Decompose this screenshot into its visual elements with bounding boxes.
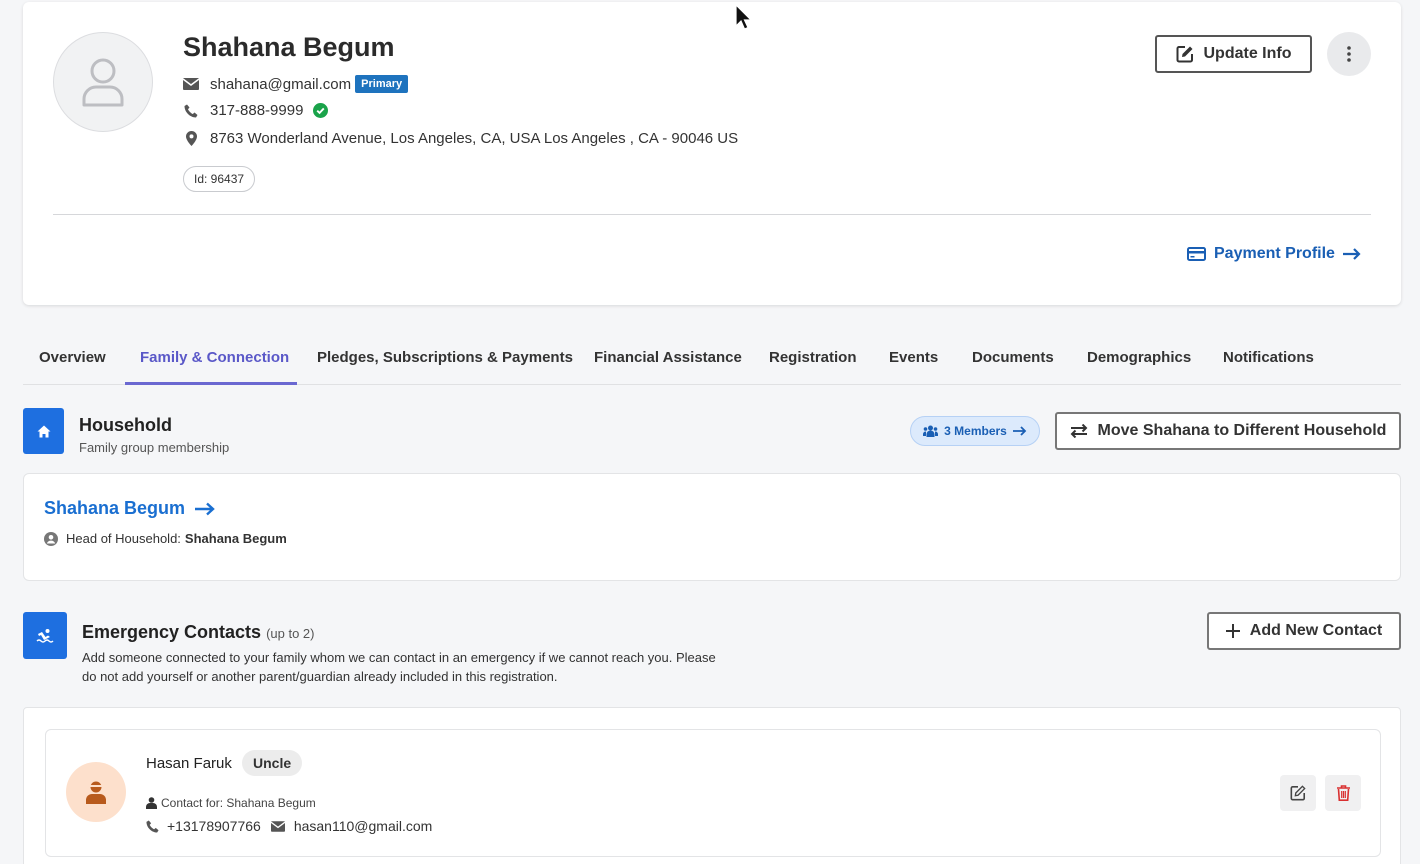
household-title: Household bbox=[79, 415, 172, 435]
delete-contact-button[interactable] bbox=[1325, 775, 1361, 811]
add-contact-button[interactable]: Add New Contact bbox=[1207, 612, 1401, 650]
emergency-contacts-panel: Hasan Faruk Uncle Contact for: Shahana B… bbox=[23, 707, 1401, 864]
household-name-link[interactable]: Shahana Begum bbox=[44, 498, 215, 519]
tab-notifications[interactable]: Notifications bbox=[1223, 330, 1314, 385]
verified-check-icon bbox=[313, 103, 329, 118]
phone-row: 317-888-9999 bbox=[183, 102, 329, 119]
home-icon bbox=[23, 408, 64, 454]
contact-name: Hasan Faruk bbox=[146, 755, 232, 772]
swap-arrows-icon bbox=[1070, 424, 1088, 438]
profile-card: Shahana Begum shahana@gmail.com Primary … bbox=[23, 2, 1401, 305]
tab-pledges-subscriptions-payments[interactable]: Pledges, Subscriptions & Payments bbox=[317, 330, 573, 385]
contact-email: hasan110@gmail.com bbox=[293, 818, 433, 834]
household-name-label: Shahana Begum bbox=[44, 498, 186, 518]
contact-details-row: +13178907766 hasan110@gmail.com bbox=[146, 818, 432, 834]
profile-phone: 317-888-9999 bbox=[210, 102, 304, 119]
envelope-icon bbox=[270, 820, 285, 832]
phone-icon bbox=[183, 104, 199, 118]
contact-avatar bbox=[66, 762, 126, 822]
mouse-cursor bbox=[735, 3, 753, 37]
credit-card-icon bbox=[1187, 247, 1206, 261]
envelope-icon bbox=[183, 78, 199, 90]
edit-contact-button[interactable] bbox=[1280, 775, 1316, 811]
update-info-button[interactable]: Update Info bbox=[1155, 35, 1312, 73]
head-of-household-name: Shahana Begum bbox=[184, 531, 287, 546]
tab-demographics[interactable]: Demographics bbox=[1087, 330, 1191, 385]
user-circle-icon bbox=[44, 531, 58, 546]
payment-profile-link[interactable]: Payment Profile bbox=[1187, 245, 1361, 263]
tab-bar: Overview Family & Connection Pledges, Su… bbox=[23, 330, 1401, 385]
add-contact-label: Add New Contact bbox=[1249, 622, 1383, 639]
trash-icon bbox=[1336, 785, 1350, 801]
edit-icon bbox=[1290, 785, 1306, 801]
lifeguard-icon bbox=[23, 612, 67, 659]
vertical-dots-icon bbox=[1347, 46, 1351, 62]
arrow-right-icon bbox=[1012, 426, 1027, 436]
move-household-button[interactable]: Move Shahana to Different Household bbox=[1055, 412, 1401, 450]
profile-id-pill: Id: 96437 bbox=[183, 166, 256, 192]
arrow-right-icon bbox=[195, 502, 215, 516]
tab-overview[interactable]: Overview bbox=[39, 330, 106, 385]
contact-person-icon bbox=[86, 781, 106, 804]
profile-divider bbox=[53, 214, 1371, 215]
contact-phone: +13178907766 bbox=[167, 818, 261, 834]
contact-card: Hasan Faruk Uncle Contact for: Shahana B… bbox=[45, 729, 1381, 857]
mouse-pointer-icon bbox=[735, 3, 753, 30]
tab-financial-assistance[interactable]: Financial Assistance bbox=[594, 330, 742, 385]
user-placeholder-icon bbox=[82, 58, 124, 107]
plus-icon bbox=[1225, 624, 1240, 638]
contact-for-label: Contact for: Shahana Begum bbox=[161, 796, 316, 810]
move-household-label: Move Shahana to Different Household bbox=[1097, 422, 1387, 439]
arrow-right-icon bbox=[1342, 248, 1361, 260]
members-count-label: 3 Members bbox=[944, 424, 1007, 438]
address-row: 8763 Wonderland Avenue, Los Angeles, CA,… bbox=[183, 130, 738, 147]
emergency-title-row: Emergency Contacts (up to 2) bbox=[82, 622, 315, 643]
tab-family-connection[interactable]: Family & Connection bbox=[140, 330, 289, 385]
members-count-pill[interactable]: 3 Members bbox=[910, 416, 1040, 446]
profile-avatar bbox=[53, 32, 153, 132]
email-row: shahana@gmail.com Primary bbox=[183, 75, 409, 93]
contact-for-row: Contact for: Shahana Begum bbox=[146, 796, 316, 810]
household-subtitle: Family group membership bbox=[79, 440, 230, 455]
household-card: Shahana Begum Head of Household: Shahana… bbox=[23, 473, 1401, 581]
map-pin-icon bbox=[183, 131, 199, 146]
profile-email: shahana@gmail.com bbox=[210, 75, 352, 93]
contact-relationship-badge: Uncle bbox=[242, 750, 303, 776]
user-icon bbox=[146, 797, 157, 809]
profile-address: 8763 Wonderland Avenue, Los Angeles, CA,… bbox=[210, 130, 739, 147]
head-of-household-row: Head of Household: Shahana Begum bbox=[44, 531, 287, 546]
payment-profile-label: Payment Profile bbox=[1214, 245, 1335, 262]
primary-badge: Primary bbox=[355, 75, 409, 93]
head-of-household-label: Head of Household: bbox=[66, 531, 181, 546]
users-icon bbox=[923, 425, 939, 437]
emergency-description: Add someone connected to your family who… bbox=[82, 650, 716, 684]
tab-events[interactable]: Events bbox=[889, 330, 938, 385]
profile-name: Shahana Begum bbox=[183, 32, 395, 62]
tab-registration[interactable]: Registration bbox=[769, 330, 857, 385]
phone-icon bbox=[146, 819, 159, 833]
emergency-title: Emergency Contacts bbox=[82, 622, 262, 642]
emergency-limit: (up to 2) bbox=[266, 626, 315, 641]
active-tab-indicator bbox=[125, 382, 297, 385]
update-info-label: Update Info bbox=[1203, 45, 1292, 62]
tab-documents[interactable]: Documents bbox=[972, 330, 1054, 385]
edit-icon bbox=[1176, 45, 1194, 63]
more-options-button[interactable] bbox=[1327, 32, 1371, 76]
